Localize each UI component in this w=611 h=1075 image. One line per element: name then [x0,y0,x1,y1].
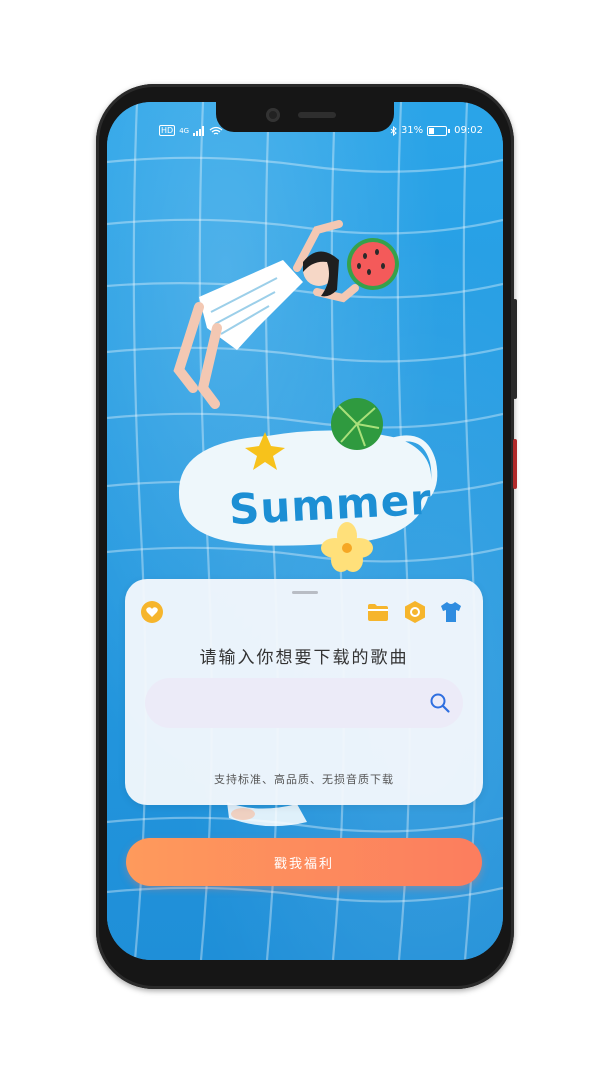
search-box[interactable] [145,678,463,730]
drag-handle[interactable] [292,591,318,594]
power-button [513,299,517,399]
hd-badge: HD [159,125,176,136]
welfare-button[interactable]: 戳我福利 [126,838,482,886]
phone-frame: Summer HD 4G 31% 09:02 请输入你想要下载的歌曲 支持标准、… [96,84,517,989]
battery-cap [448,128,451,133]
clock: 09:02 [454,125,483,136]
card-footer-note: 支持标准、高品质、无损音质下载 [214,773,394,786]
battery-icon [427,125,448,136]
battery-percent: 31% [400,125,424,136]
volume-button [513,439,517,489]
bluetooth-icon [390,125,397,136]
search-icon[interactable] [429,692,451,714]
app-screen: Summer HD 4G 31% 09:02 请输入你想要下载的歌曲 支持标准、… [107,102,503,960]
network-badge: 4G [179,126,190,135]
search-input[interactable] [163,678,417,730]
heart-icon[interactable] [141,601,163,623]
search-card: 请输入你想要下载的歌曲 支持标准、高品质、无损音质下载 [125,579,483,805]
signal-icon [193,125,205,136]
notch [216,102,394,132]
hexagon-icon[interactable] [403,600,427,624]
wifi-icon [209,126,223,135]
shirt-icon[interactable] [439,601,463,623]
earpiece [298,112,336,118]
status-bar-left: HD 4G [159,125,223,136]
card-title: 请输入你想要下载的歌曲 [199,648,409,668]
summer-illustration [173,220,438,827]
folder-icon[interactable] [367,602,389,622]
status-bar-right: 31% 09:02 [390,125,483,136]
front-camera [266,108,280,122]
